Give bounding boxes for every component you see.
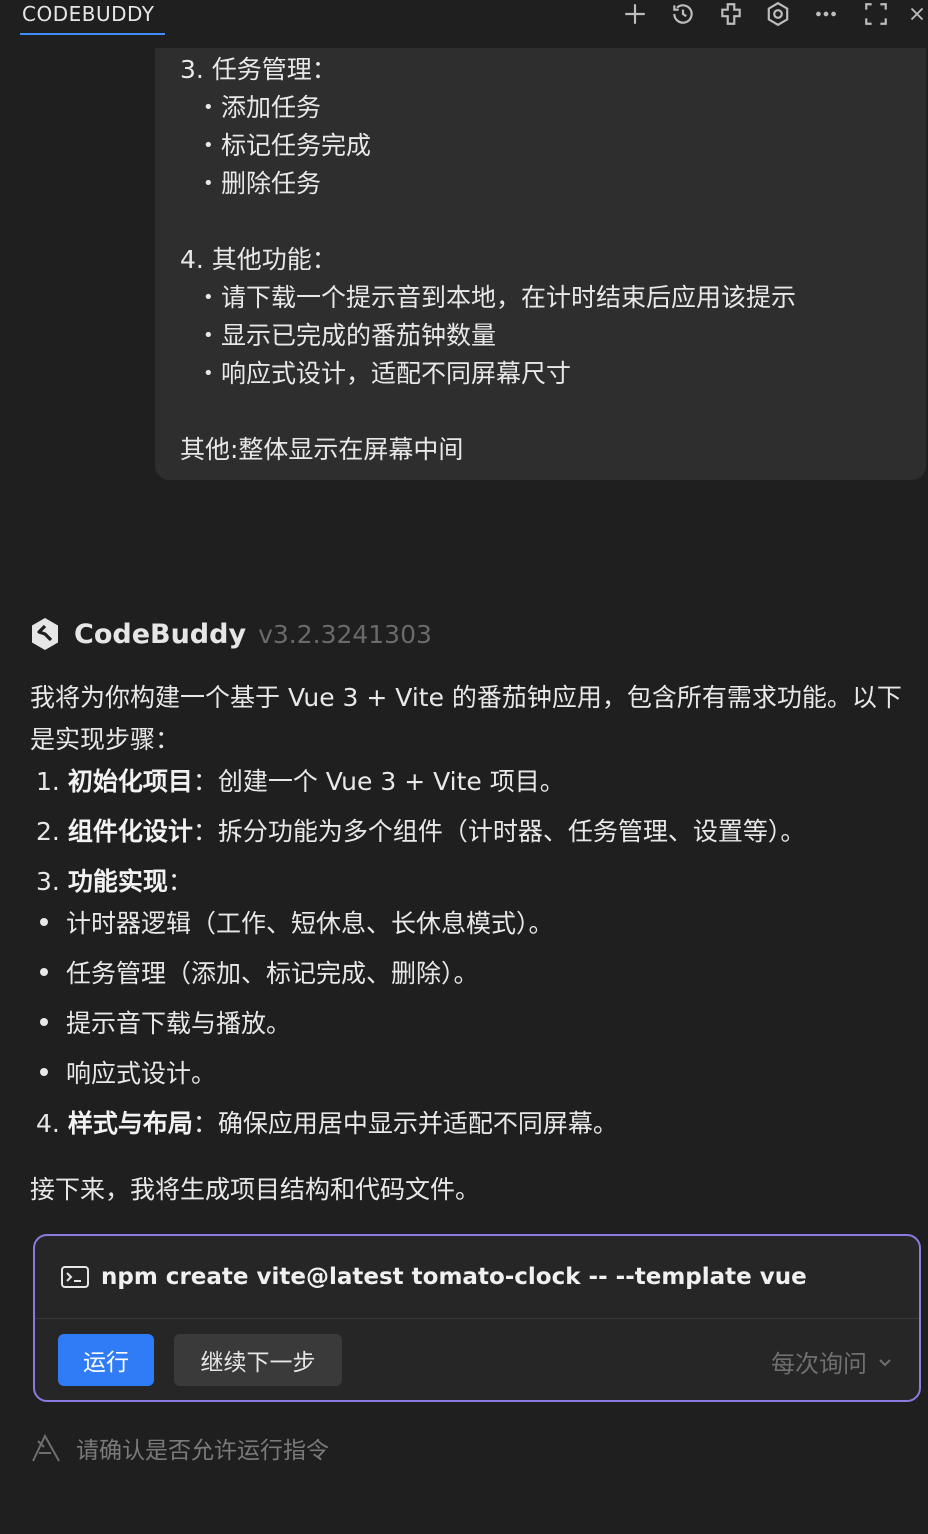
settings-icon[interactable] bbox=[762, 0, 794, 28]
confirm-text: 请确认是否允许运行指令 bbox=[76, 1438, 329, 1464]
list-item: 显示已完成的番茄钟数量 bbox=[203, 316, 496, 352]
list-item: 响应式设计，适配不同屏幕尺寸 bbox=[203, 354, 571, 390]
list-item: 添加任务 bbox=[203, 88, 321, 124]
intro-line: 是实现步骤： bbox=[30, 725, 181, 754]
fullscreen-icon[interactable] bbox=[860, 0, 892, 28]
bullet-item: 计时器逻辑（工作、短休息、长休息模式）。 bbox=[40, 904, 554, 940]
command-card: npm create vite@latest tomato-clock -- -… bbox=[33, 1234, 921, 1402]
list-item: 删除任务 bbox=[203, 164, 321, 200]
step-item: 3. 功能实现： bbox=[36, 867, 193, 896]
list-item: 请下载一个提示音到本地，在计时结束后应用该提示 bbox=[203, 278, 796, 314]
bullet-item: 响应式设计。 bbox=[40, 1054, 216, 1090]
history-icon[interactable] bbox=[667, 0, 699, 28]
run-policy-label: 每次询问 bbox=[771, 1350, 867, 1378]
chevron-down-icon bbox=[879, 1358, 891, 1366]
user-message-bubble: 3. 任务管理： 添加任务 标记任务完成 删除任务 4. 其他功能： 请下载一个… bbox=[155, 48, 926, 480]
intro-line: 我将为你构建一个基于 Vue 3 + Vite 的番茄钟应用，包含所有需求功能。… bbox=[30, 683, 902, 712]
outro-text: 接下来，我将生成项目结构和代码文件。 bbox=[30, 1175, 481, 1204]
command-text: npm create vite@latest tomato-clock -- -… bbox=[101, 1264, 807, 1290]
step-item: 4. 样式与布局：确保应用居中显示并适配不同屏幕。 bbox=[36, 1109, 618, 1138]
codebuddy-logo-icon bbox=[32, 618, 58, 650]
close-icon[interactable] bbox=[906, 0, 928, 28]
more-icon[interactable] bbox=[810, 0, 842, 28]
run-policy-dropdown[interactable]: 每次询问 bbox=[771, 1344, 893, 1379]
terminal-icon bbox=[61, 1266, 89, 1288]
active-tab-indicator bbox=[20, 33, 165, 35]
step-item: 1. 初始化项目：创建一个 Vue 3 + Vite 项目。 bbox=[36, 767, 565, 796]
plus-icon[interactable] bbox=[619, 0, 651, 28]
section-title: 3. 任务管理： bbox=[180, 55, 337, 84]
continue-next-button[interactable]: 继续下一步 bbox=[174, 1334, 342, 1386]
bullet-item: 提示音下载与播放。 bbox=[40, 1004, 291, 1040]
other-note: 其他:整体显示在屏幕中间 bbox=[180, 435, 464, 464]
top-bar: CODEBUDDY bbox=[0, 0, 928, 48]
assistant-version: v3.2.3241303 bbox=[258, 619, 432, 649]
command-row: npm create vite@latest tomato-clock -- -… bbox=[35, 1236, 919, 1319]
list-item: 标记任务完成 bbox=[203, 126, 371, 162]
agent-icon bbox=[32, 1433, 60, 1462]
assistant-name: CodeBuddy bbox=[74, 618, 247, 650]
step-item: 2. 组件化设计：拆分功能为多个组件（计时器、任务管理、设置等）。 bbox=[36, 817, 806, 846]
assistant-header: CodeBuddy v3.2.3241303 bbox=[30, 614, 432, 654]
section-title: 4. 其他功能： bbox=[180, 245, 337, 274]
bullet-item: 任务管理（添加、标记完成、删除）。 bbox=[40, 954, 479, 990]
plugin-icon[interactable] bbox=[715, 0, 747, 28]
confirm-prompt: 请确认是否允许运行指令 bbox=[30, 1430, 329, 1466]
run-button[interactable]: 运行 bbox=[58, 1334, 154, 1386]
panel-title[interactable]: CODEBUDDY bbox=[22, 2, 155, 26]
